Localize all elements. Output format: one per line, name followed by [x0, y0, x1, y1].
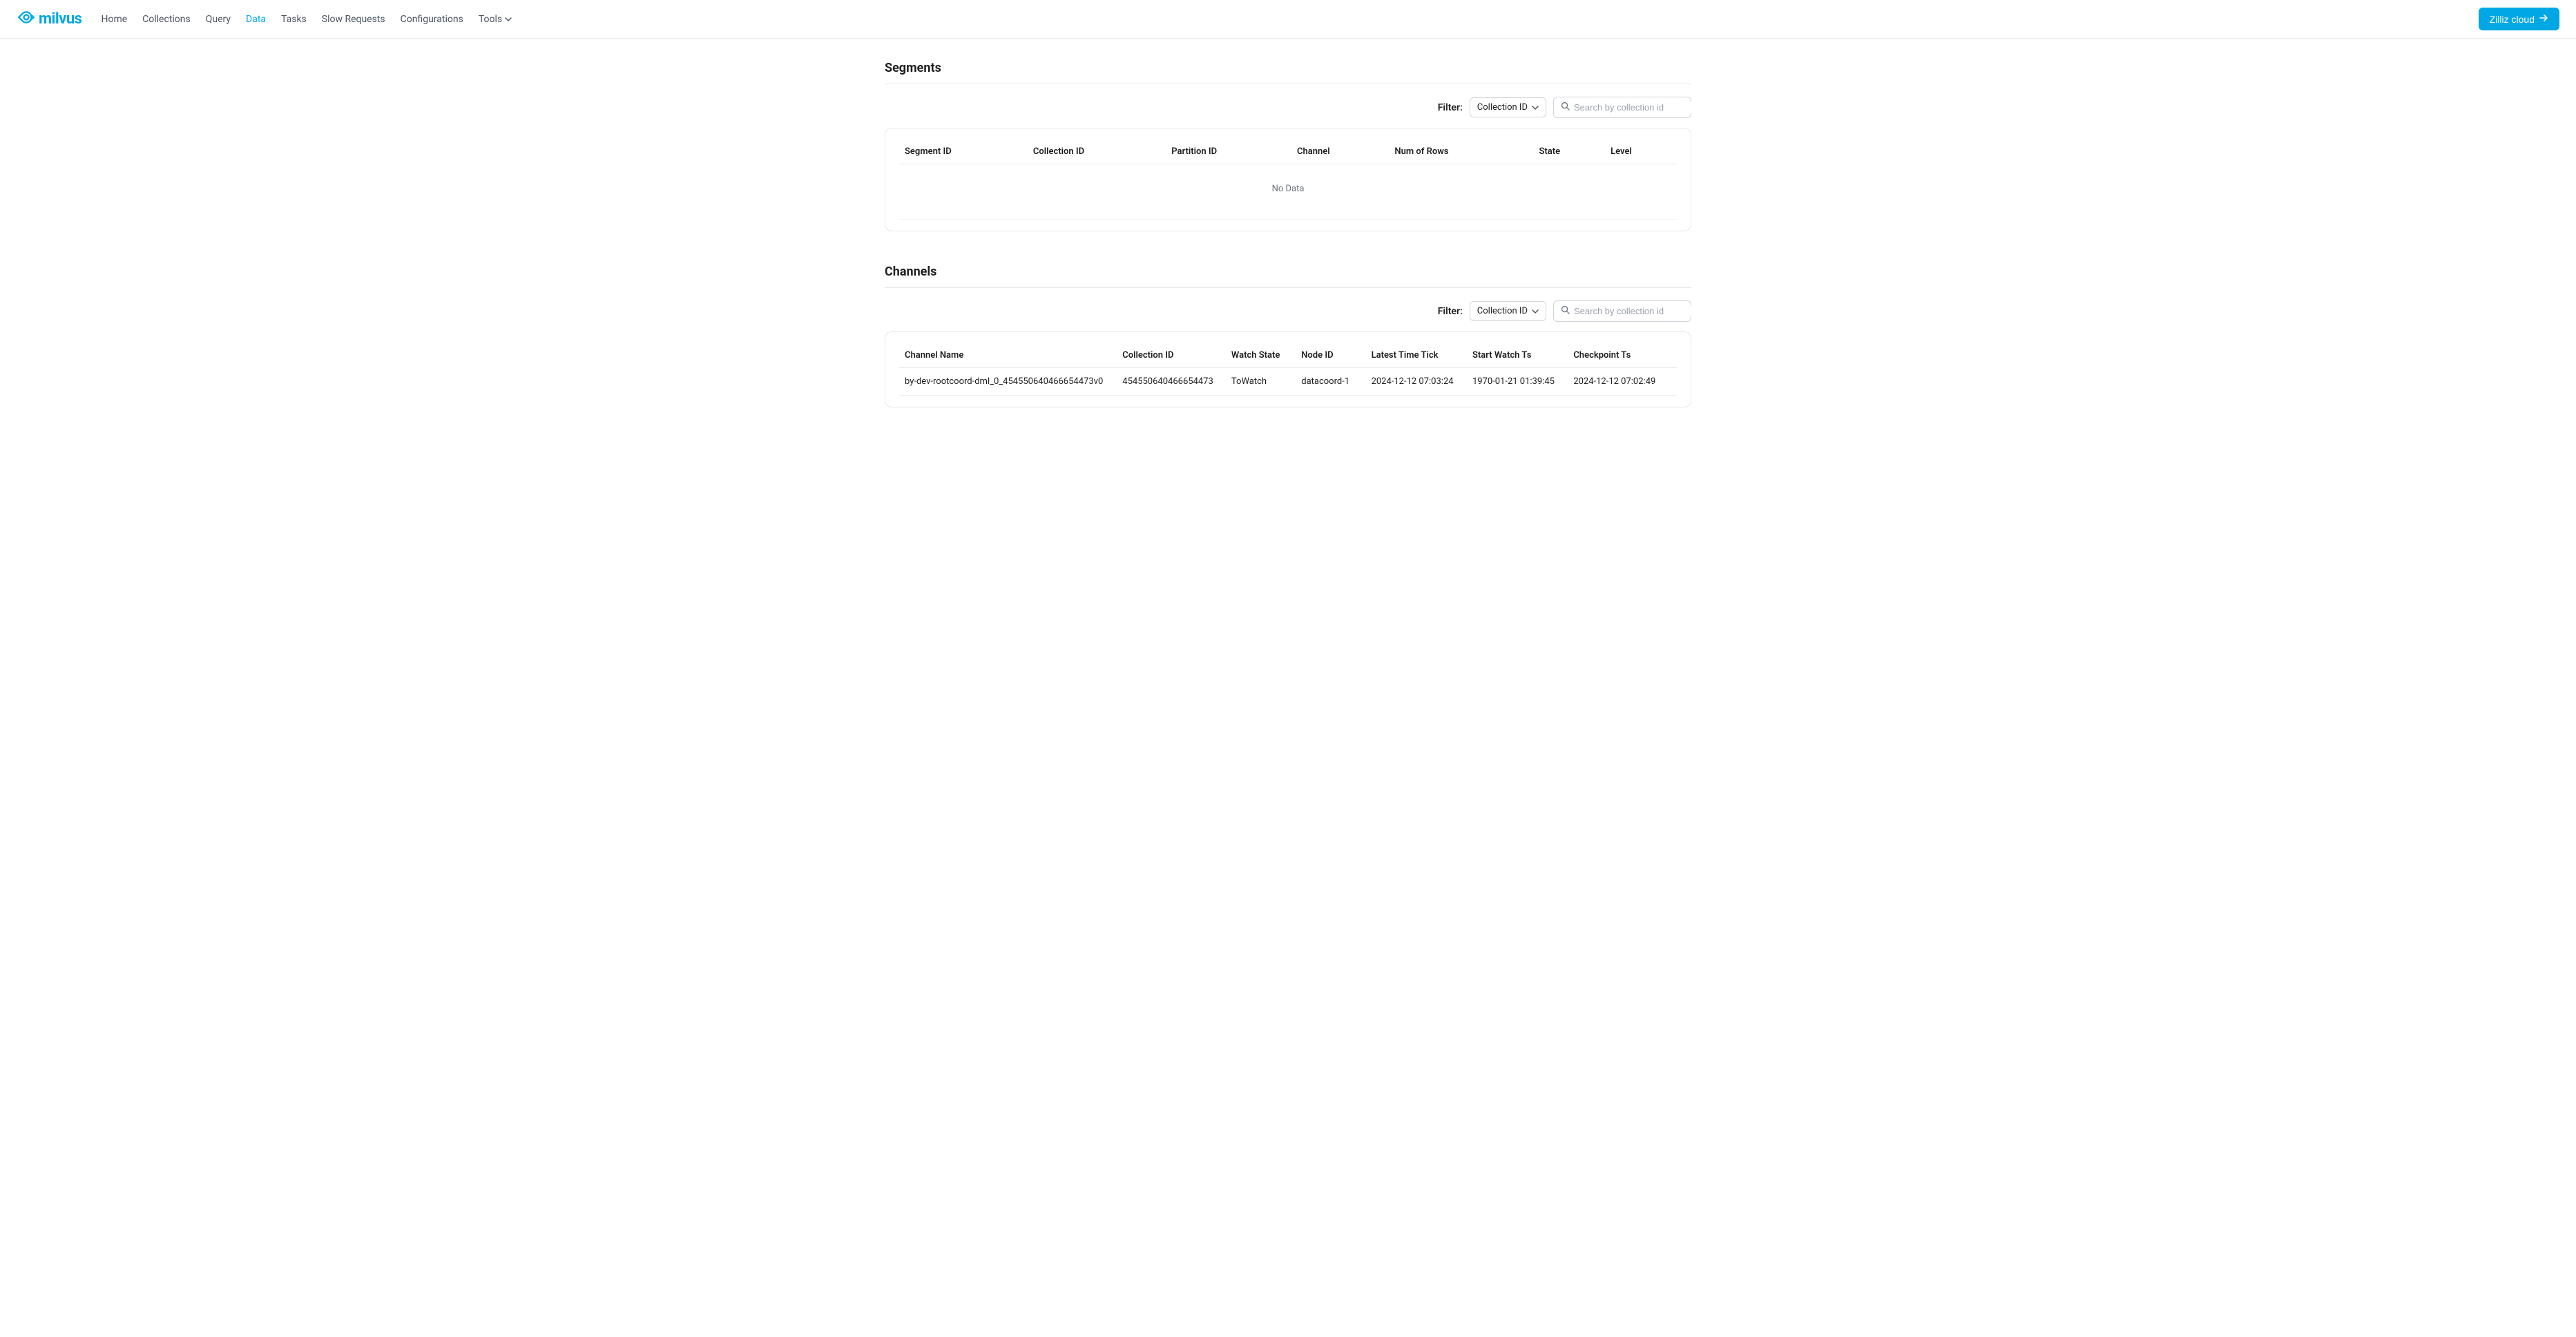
segments-title: Segments	[885, 61, 1691, 84]
chevron-down-icon	[1532, 104, 1539, 111]
cell-watch-state: ToWatch	[1226, 368, 1296, 396]
nav-left: milvus Home Collections Query Data Tasks…	[17, 8, 512, 30]
cell-node-id: datacoord-1	[1296, 368, 1365, 396]
segments-filter-label: Filter:	[1438, 102, 1463, 113]
channels-search-input[interactable]	[1574, 306, 1695, 316]
segments-no-data: No Data	[899, 164, 1677, 220]
logo-text: milvus	[39, 10, 81, 28]
channels-filter-option: Collection ID	[1477, 306, 1528, 316]
channels-col-collection-id: Collection ID	[1117, 343, 1226, 368]
search-icon	[1561, 305, 1570, 317]
cell-start-watch-ts: 1970-01-21 01:39:45	[1467, 368, 1568, 396]
channels-col-node-id: Node ID	[1296, 343, 1365, 368]
segments-card: Segment ID Collection ID Partition ID Ch…	[885, 128, 1691, 231]
channels-col-checkpoint-ts: Checkpoint Ts	[1568, 343, 1677, 368]
nav-data[interactable]: Data	[246, 14, 266, 25]
nav-tools[interactable]: Tools	[479, 14, 512, 25]
segments-table: Segment ID Collection ID Partition ID Ch…	[899, 140, 1677, 220]
segments-no-data-row: No Data	[899, 164, 1677, 220]
cloud-button-label: Zilliz cloud	[2490, 14, 2535, 25]
nav-home[interactable]: Home	[101, 14, 127, 25]
topbar: milvus Home Collections Query Data Tasks…	[0, 0, 2576, 39]
segments-col-partition-id: Partition ID	[1166, 140, 1291, 164]
cell-collection-id: 454550640466654473	[1117, 368, 1226, 396]
search-icon	[1561, 102, 1570, 113]
segments-filter-option: Collection ID	[1477, 102, 1528, 113]
channels-table: Channel Name Collection ID Watch State N…	[899, 343, 1677, 396]
channels-filter-label: Filter:	[1438, 306, 1463, 317]
nav-slow-requests[interactable]: Slow Requests	[322, 14, 385, 25]
segments-search-wrap[interactable]	[1553, 97, 1691, 118]
milvus-logo-icon	[17, 8, 39, 30]
nav-tasks[interactable]: Tasks	[281, 14, 307, 25]
segments-filter-row: Filter: Collection ID	[885, 97, 1691, 118]
channels-search-wrap[interactable]	[1553, 300, 1691, 322]
channels-card: Channel Name Collection ID Watch State N…	[885, 331, 1691, 407]
table-row: by-dev-rootcoord-dml_0_45455064046665447…	[899, 368, 1677, 396]
chevron-down-icon	[1532, 308, 1539, 315]
logo[interactable]: milvus	[17, 8, 81, 30]
channels-col-latest-time-tick: Latest Time Tick	[1366, 343, 1467, 368]
segments-col-state: State	[1533, 140, 1605, 164]
zilliz-cloud-button[interactable]: Zilliz cloud	[2479, 8, 2559, 30]
channels-col-start-watch-ts: Start Watch Ts	[1467, 343, 1568, 368]
chevron-down-icon	[505, 16, 512, 23]
channels-col-channel-name: Channel Name	[899, 343, 1117, 368]
channels-filter-dropdown[interactable]: Collection ID	[1470, 301, 1546, 321]
page-content: Segments Filter: Collection ID Segment I…	[874, 39, 1702, 482]
channels-title: Channels	[885, 264, 1691, 288]
nav-links: Home Collections Query Data Tasks Slow R…	[101, 14, 512, 25]
segments-col-collection-id: Collection ID	[1028, 140, 1166, 164]
segments-col-channel: Channel	[1291, 140, 1389, 164]
cell-checkpoint-ts: 2024-12-12 07:02:49	[1568, 368, 1677, 396]
segments-filter-dropdown[interactable]: Collection ID	[1470, 97, 1546, 117]
segments-col-level: Level	[1605, 140, 1677, 164]
nav-query[interactable]: Query	[206, 14, 231, 25]
nav-configurations[interactable]: Configurations	[401, 14, 463, 25]
nav-collections[interactable]: Collections	[142, 14, 191, 25]
segments-col-segment-id: Segment ID	[899, 140, 1028, 164]
cell-latest-time-tick: 2024-12-12 07:03:24	[1366, 368, 1467, 396]
nav-tools-label: Tools	[479, 14, 502, 25]
segments-search-input[interactable]	[1574, 102, 1695, 113]
segments-col-num-rows: Num of Rows	[1389, 140, 1533, 164]
cell-channel-name: by-dev-rootcoord-dml_0_45455064046665447…	[899, 368, 1117, 396]
channels-filter-row: Filter: Collection ID	[885, 300, 1691, 322]
channels-col-watch-state: Watch State	[1226, 343, 1296, 368]
arrow-right-icon	[2535, 13, 2548, 25]
